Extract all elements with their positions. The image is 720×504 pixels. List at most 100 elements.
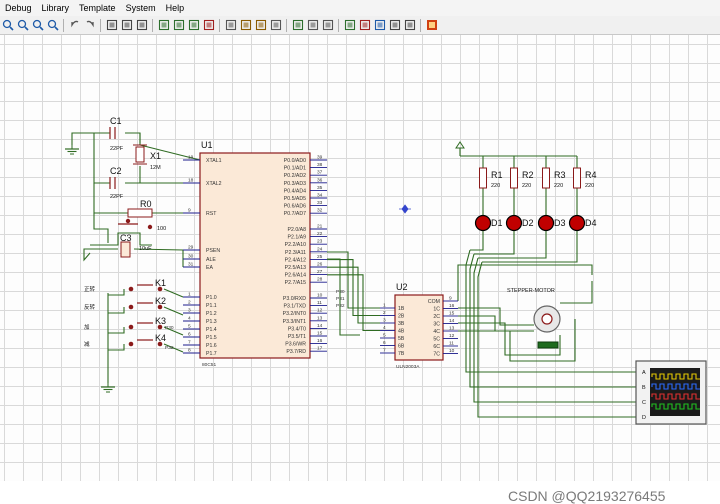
stepper-motor-label: STEPPER-MOTOR bbox=[507, 288, 555, 294]
stepper-motor-connector bbox=[537, 341, 559, 349]
packaging-icon[interactable] bbox=[254, 19, 267, 32]
u2-pin-name-4c: 4C bbox=[433, 329, 440, 335]
block-copy-icon[interactable] bbox=[157, 19, 170, 32]
u1-pin-name-11: P3.1/TXD bbox=[284, 304, 307, 310]
redo-icon[interactable] bbox=[83, 19, 96, 32]
u2-pin-num-3: 3 bbox=[383, 318, 386, 324]
copy-icon[interactable] bbox=[120, 19, 133, 32]
u2-pin-name-4b: 4B bbox=[398, 329, 405, 335]
menu-library[interactable]: Library bbox=[37, 3, 75, 13]
block-delete-icon[interactable] bbox=[202, 19, 215, 32]
ares-icon[interactable] bbox=[425, 19, 438, 32]
resistor-ref-r2: R2 bbox=[522, 170, 534, 180]
wires bbox=[71, 132, 636, 418]
u1-pin-num-19: 19 bbox=[188, 155, 194, 161]
u1-pin-name-5: P1.4 bbox=[206, 327, 217, 333]
net-p31-right: P31 bbox=[336, 296, 345, 302]
key-knob-k4 bbox=[128, 341, 134, 347]
undo-icon[interactable] bbox=[68, 19, 81, 32]
u1-pin-num-38: 38 bbox=[317, 162, 323, 168]
resistor-ref-r1: R1 bbox=[491, 170, 503, 180]
property-assign-icon[interactable] bbox=[321, 19, 334, 32]
u2-pin-name-2c: 2C bbox=[433, 314, 440, 320]
net-p30: P30 bbox=[165, 325, 174, 331]
zoom-in-icon[interactable] bbox=[1, 19, 14, 32]
u1-pin-num-27: 27 bbox=[317, 269, 323, 275]
u2-pin-num-1: 1 bbox=[383, 303, 386, 309]
cut-icon[interactable] bbox=[105, 19, 118, 32]
toolbar-separator bbox=[420, 18, 421, 32]
u1-pin-name-9: RST bbox=[206, 211, 217, 217]
u1-pin-name-13: P3.3/INT1 bbox=[283, 319, 306, 325]
toolbar-separator bbox=[338, 18, 339, 32]
toolbar-separator bbox=[152, 18, 153, 32]
menu-system[interactable]: System bbox=[121, 3, 161, 13]
menu-help[interactable]: Help bbox=[161, 3, 190, 13]
u1-pin-name-29: PSEN bbox=[206, 248, 220, 254]
u1-pin-num-15: 15 bbox=[317, 331, 323, 337]
zoom-out-icon[interactable] bbox=[16, 19, 29, 32]
key-knob-k1 bbox=[128, 286, 134, 292]
remove-sheet-icon[interactable] bbox=[358, 19, 371, 32]
zoom-all-icon[interactable] bbox=[31, 19, 44, 32]
paste-icon[interactable] bbox=[135, 19, 148, 32]
resistor-r3 bbox=[542, 167, 550, 189]
key-label-k3: 加 bbox=[84, 323, 90, 331]
key-ref-k3: K3 bbox=[155, 316, 166, 326]
u1-pin-num-24: 24 bbox=[317, 246, 323, 252]
zoom-area-icon[interactable] bbox=[46, 19, 59, 32]
decompose-icon[interactable] bbox=[269, 19, 282, 32]
r0-resistor bbox=[127, 208, 153, 218]
u2-pin-num-4: 4 bbox=[383, 325, 386, 331]
menu-template[interactable]: Template bbox=[74, 3, 121, 13]
u1-pin-num-22: 22 bbox=[317, 231, 323, 237]
new-sheet-icon[interactable] bbox=[343, 19, 356, 32]
u2-pin-num-13: 13 bbox=[449, 326, 455, 332]
watermark: CSDN @QQ2193276455 bbox=[508, 488, 666, 504]
wire-motor-com bbox=[560, 281, 593, 304]
led-d1 bbox=[474, 214, 492, 232]
u1-pin-name-3: P1.2 bbox=[206, 311, 217, 317]
make-device-icon[interactable] bbox=[239, 19, 252, 32]
wire-autorouter-icon[interactable] bbox=[291, 19, 304, 32]
led-ref-d3: D3 bbox=[554, 218, 566, 228]
wire-key-gnd bbox=[108, 344, 125, 351]
u1-pin-name-4: P1.3 bbox=[206, 319, 217, 325]
wire-key-pin bbox=[163, 288, 184, 298]
wire-led-out bbox=[482, 231, 578, 263]
pick-device-icon[interactable] bbox=[224, 19, 237, 32]
key-knob-k2 bbox=[128, 304, 134, 310]
u1-pin-name-2: P1.1 bbox=[206, 303, 217, 309]
scope-channel-a: A bbox=[642, 370, 646, 376]
wire-led-out bbox=[470, 231, 484, 251]
menu-debug[interactable]: Debug bbox=[0, 3, 37, 13]
search-tag-icon[interactable] bbox=[306, 19, 319, 32]
u2-pin-name-2b: 2B bbox=[398, 314, 405, 320]
u2-pin-num-10: 10 bbox=[449, 348, 455, 354]
led-d2 bbox=[505, 214, 523, 232]
block-move-icon[interactable] bbox=[172, 19, 185, 32]
u1-pin-name-21: P2.0/A8 bbox=[288, 227, 307, 233]
u1-pin-name-18: XTAL2 bbox=[206, 181, 222, 187]
bill-of-materials-icon[interactable] bbox=[388, 19, 401, 32]
wire-key-pin bbox=[163, 306, 184, 316]
u1-pin-num-10: 10 bbox=[317, 293, 323, 299]
u1-pin-name-22: P2.1/A9 bbox=[288, 235, 307, 241]
u1-pin-num-37: 37 bbox=[317, 170, 323, 176]
r0-value: 100 bbox=[157, 226, 166, 232]
netlist-icon[interactable] bbox=[403, 19, 416, 32]
resistor-value-r4: 220 bbox=[585, 183, 594, 189]
u2-part: ULN2003A bbox=[396, 364, 420, 370]
scope-channel-c: C bbox=[642, 400, 646, 406]
u1-pin-num-23: 23 bbox=[317, 239, 323, 245]
block-rotate-icon[interactable] bbox=[187, 19, 200, 32]
goto-sheet-icon[interactable] bbox=[373, 19, 386, 32]
u2-pin-num-6: 6 bbox=[383, 340, 386, 346]
u1-pin-name-19: XTAL1 bbox=[206, 158, 222, 164]
u1-pin-name-12: P3.2/INT0 bbox=[283, 311, 306, 317]
schematic-canvas[interactable]: U1 80C51 XTAL1 19 XTAL2 18 RST 9 PSEN 29 ALE 30 EA 31… bbox=[0, 35, 720, 504]
led-d4 bbox=[568, 214, 586, 232]
wire-gnd-c1 bbox=[71, 132, 110, 145]
u1-pin-num-12: 12 bbox=[317, 308, 323, 314]
u2-pin-num-5: 5 bbox=[383, 333, 386, 339]
